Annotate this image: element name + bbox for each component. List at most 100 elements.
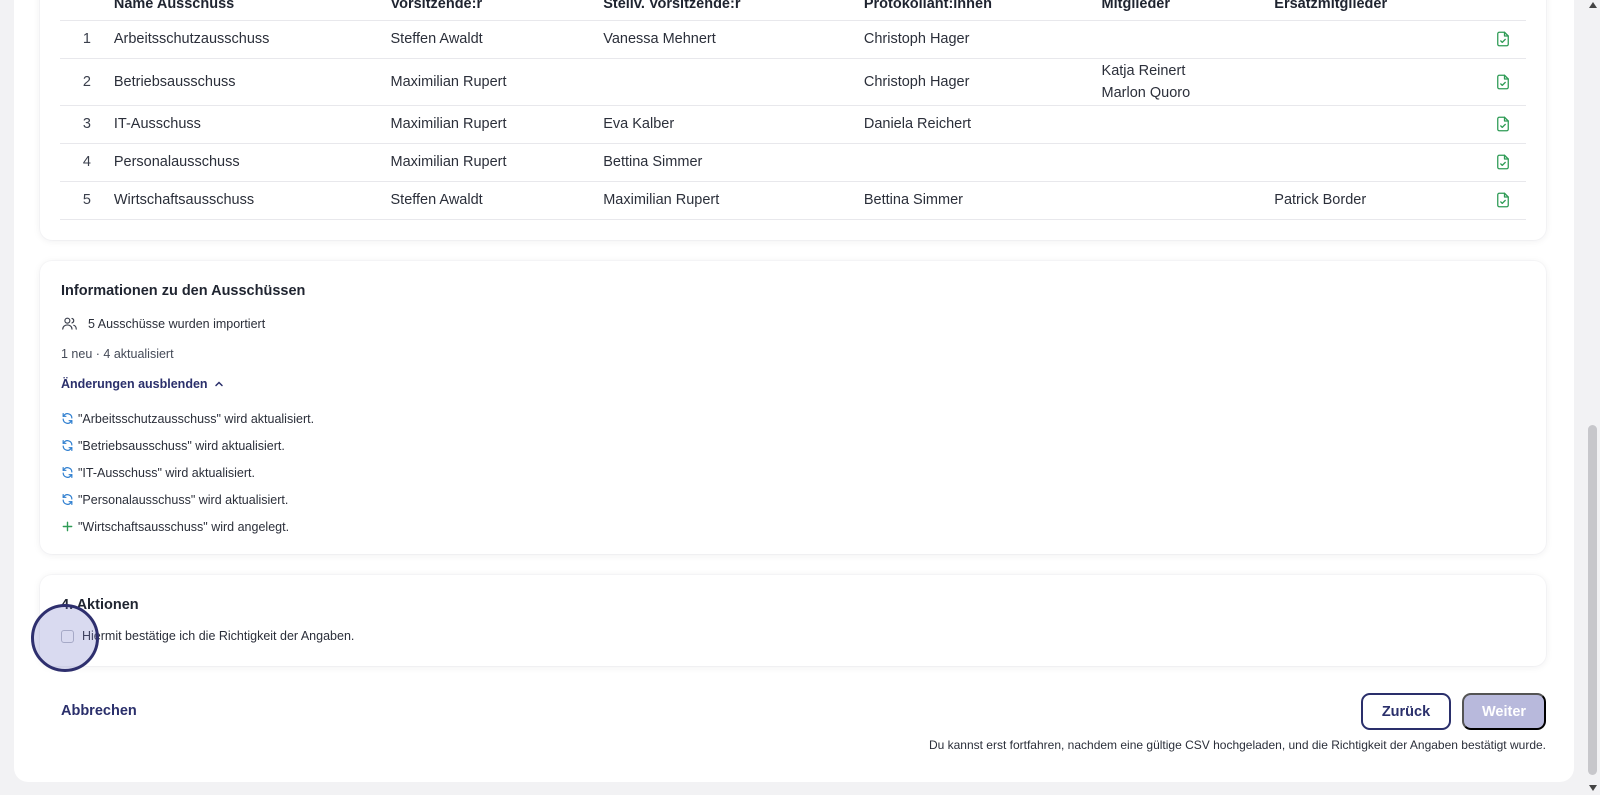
table-row: 4 Personalausschuss Maximilian Rupert Betti…: [60, 143, 1526, 182]
refresh-icon: [62, 467, 73, 478]
committee-name: Wirtschaftsausschuss: [113, 181, 391, 220]
committee-name: Arbeitsschutzausschuss: [113, 20, 391, 59]
users-icon: [62, 317, 77, 330]
substitute-name: [1274, 20, 1494, 59]
file-check-icon[interactable]: [1494, 115, 1512, 133]
refresh-icon: [62, 413, 73, 424]
table-row: 1 Arbeitsschutzausschuss Steffen Awaldt Van…: [60, 20, 1526, 59]
substitute-name: [1274, 105, 1494, 144]
deputy-chair-name: Maximilian Rupert: [603, 181, 864, 220]
next-button[interactable]: Weiter: [1462, 693, 1546, 730]
info-title: Informationen zu den Ausschüssen: [61, 283, 306, 299]
row-index: 4: [60, 143, 114, 182]
table-row: 5 Wirtschaftsausschuss Steffen Awaldt Maxim…: [60, 181, 1526, 220]
committee-table: Name Ausschuss Vorsitzende:r Stellv. Vor…: [60, 0, 1526, 220]
deputy-chair-name: [603, 58, 864, 106]
chair-name: Steffen Awaldt: [390, 20, 604, 59]
change-text: "Wirtschaftsausschuss" wird angelegt.: [78, 519, 290, 534]
deputy-chair-name: Vanessa Mehnert: [603, 20, 864, 59]
header-chair: Vorsitzende:r: [390, 0, 604, 21]
header-name: Name Ausschuss: [113, 0, 391, 21]
table-row: 3 IT-Ausschuss Maximilian Rupert Eva Kalber…: [60, 105, 1526, 144]
substitute-name: [1274, 58, 1494, 106]
row-index: 1: [60, 20, 114, 59]
change-item: "Arbeitsschutzausschuss" wird aktualisie…: [61, 405, 314, 432]
members-cell: [1101, 143, 1275, 182]
minute-taker-name: Daniela Reichert: [863, 105, 1102, 144]
minute-taker-name: Christoph Hager: [863, 20, 1102, 59]
chair-name: Maximilian Rupert: [390, 105, 604, 144]
header-deputy-chair: Stellv. Vorsitzende:r: [603, 0, 864, 21]
scroll-up-arrow-icon[interactable]: [1589, 2, 1597, 8]
row-index: 3: [60, 105, 114, 144]
committee-info-card: Informationen zu den Ausschüssen 5 Aussc…: [40, 261, 1546, 554]
import-count-text: 5 Ausschüsse wurden importiert: [88, 316, 266, 331]
actions-title: 4. Aktionen: [61, 597, 139, 613]
confirm-checkbox[interactable]: [61, 629, 74, 643]
change-text: "IT-Ausschuss" wird aktualisiert.: [78, 465, 255, 480]
import-status: 5 Ausschüsse wurden importiert: [61, 315, 265, 332]
minute-taker-name: Bettina Simmer: [863, 181, 1102, 220]
committee-name: Personalausschuss: [113, 143, 391, 182]
confirm-label: Hiermit bestätige ich die Richtigkeit de…: [82, 629, 355, 643]
table-row: 2 Betriebsausschuss Maximilian Rupert Chris…: [60, 58, 1526, 106]
change-item: "IT-Ausschuss" wird aktualisiert.: [61, 459, 314, 486]
file-check-icon[interactable]: [1494, 191, 1512, 209]
chevron-up-icon: [214, 381, 223, 387]
scrollbar-thumb[interactable]: [1588, 425, 1597, 775]
change-text: "Personalausschuss" wird aktualisiert.: [78, 492, 289, 507]
members-cell: [1101, 105, 1275, 144]
member-name: Katja Reinert: [1101, 62, 1186, 79]
row-action-cell: [1494, 58, 1526, 106]
actions-card: 4. Aktionen Hiermit bestätige ich die Ri…: [40, 575, 1546, 666]
plus-icon: [62, 521, 73, 532]
header-substitutes: Ersatzmitglieder: [1274, 0, 1494, 21]
import-summary: 1 neu · 4 aktualisiert: [61, 347, 174, 361]
header-minute-takers: Protokollant:innen: [863, 0, 1102, 21]
row-action-cell: [1494, 105, 1526, 144]
header-actions: [1494, 0, 1526, 21]
change-item: "Personalausschuss" wird aktualisiert.: [61, 486, 314, 513]
toggle-changes-button[interactable]: Änderungen ausblenden: [61, 377, 224, 391]
deputy-chair-name: Eva Kalber: [603, 105, 864, 144]
confirm-checkbox-row[interactable]: Hiermit bestätige ich die Richtigkeit de…: [61, 629, 354, 643]
change-item: "Betriebsausschuss" wird aktualisiert.: [61, 432, 314, 459]
change-text: "Betriebsausschuss" wird aktualisiert.: [78, 438, 285, 453]
scroll-down-arrow-icon[interactable]: [1589, 785, 1597, 791]
cancel-button[interactable]: Abbrechen: [61, 703, 137, 719]
file-check-icon[interactable]: [1494, 73, 1512, 91]
header-index: [60, 0, 114, 21]
row-action-cell: [1494, 143, 1526, 182]
deputy-chair-name: Bettina Simmer: [603, 143, 864, 182]
chair-name: Maximilian Rupert: [390, 58, 604, 106]
refresh-icon: [62, 494, 73, 505]
row-index: 5: [60, 181, 114, 220]
row-action-cell: [1494, 20, 1526, 59]
file-check-icon[interactable]: [1494, 153, 1512, 171]
committee-name: Betriebsausschuss: [113, 58, 391, 106]
members-cell: Katja Reinert Marlon Quoro: [1101, 58, 1275, 106]
changes-list: "Arbeitsschutzausschuss" wird aktualisie…: [61, 405, 314, 540]
minute-taker-name: Christoph Hager: [863, 58, 1102, 106]
page-scrollbar[interactable]: [1586, 0, 1600, 795]
back-button[interactable]: Zurück: [1361, 693, 1451, 730]
members-cell: [1101, 181, 1275, 220]
chair-name: Maximilian Rupert: [390, 143, 604, 182]
change-text: "Arbeitsschutzausschuss" wird aktualisie…: [78, 411, 315, 426]
row-index: 2: [60, 58, 114, 106]
file-check-icon[interactable]: [1494, 30, 1512, 48]
members-cell: [1101, 20, 1275, 59]
substitute-name: Patrick Border: [1274, 181, 1494, 220]
toggle-changes-label: Änderungen ausblenden: [61, 377, 208, 391]
header-members: Mitglieder: [1101, 0, 1275, 21]
minute-taker-name: [863, 143, 1102, 182]
committee-name: IT-Ausschuss: [113, 105, 391, 144]
chair-name: Steffen Awaldt: [390, 181, 604, 220]
change-item: "Wirtschaftsausschuss" wird angelegt.: [61, 513, 314, 540]
committee-table-card: Name Ausschuss Vorsitzende:r Stellv. Vor…: [40, 0, 1546, 240]
refresh-icon: [62, 440, 73, 451]
table-header-row: Name Ausschuss Vorsitzende:r Stellv. Vor…: [60, 0, 1526, 21]
member-name: Marlon Quoro: [1101, 84, 1191, 101]
continue-hint: Du kannst erst fortfahren, nachdem eine …: [928, 738, 1546, 752]
substitute-name: [1274, 143, 1494, 182]
